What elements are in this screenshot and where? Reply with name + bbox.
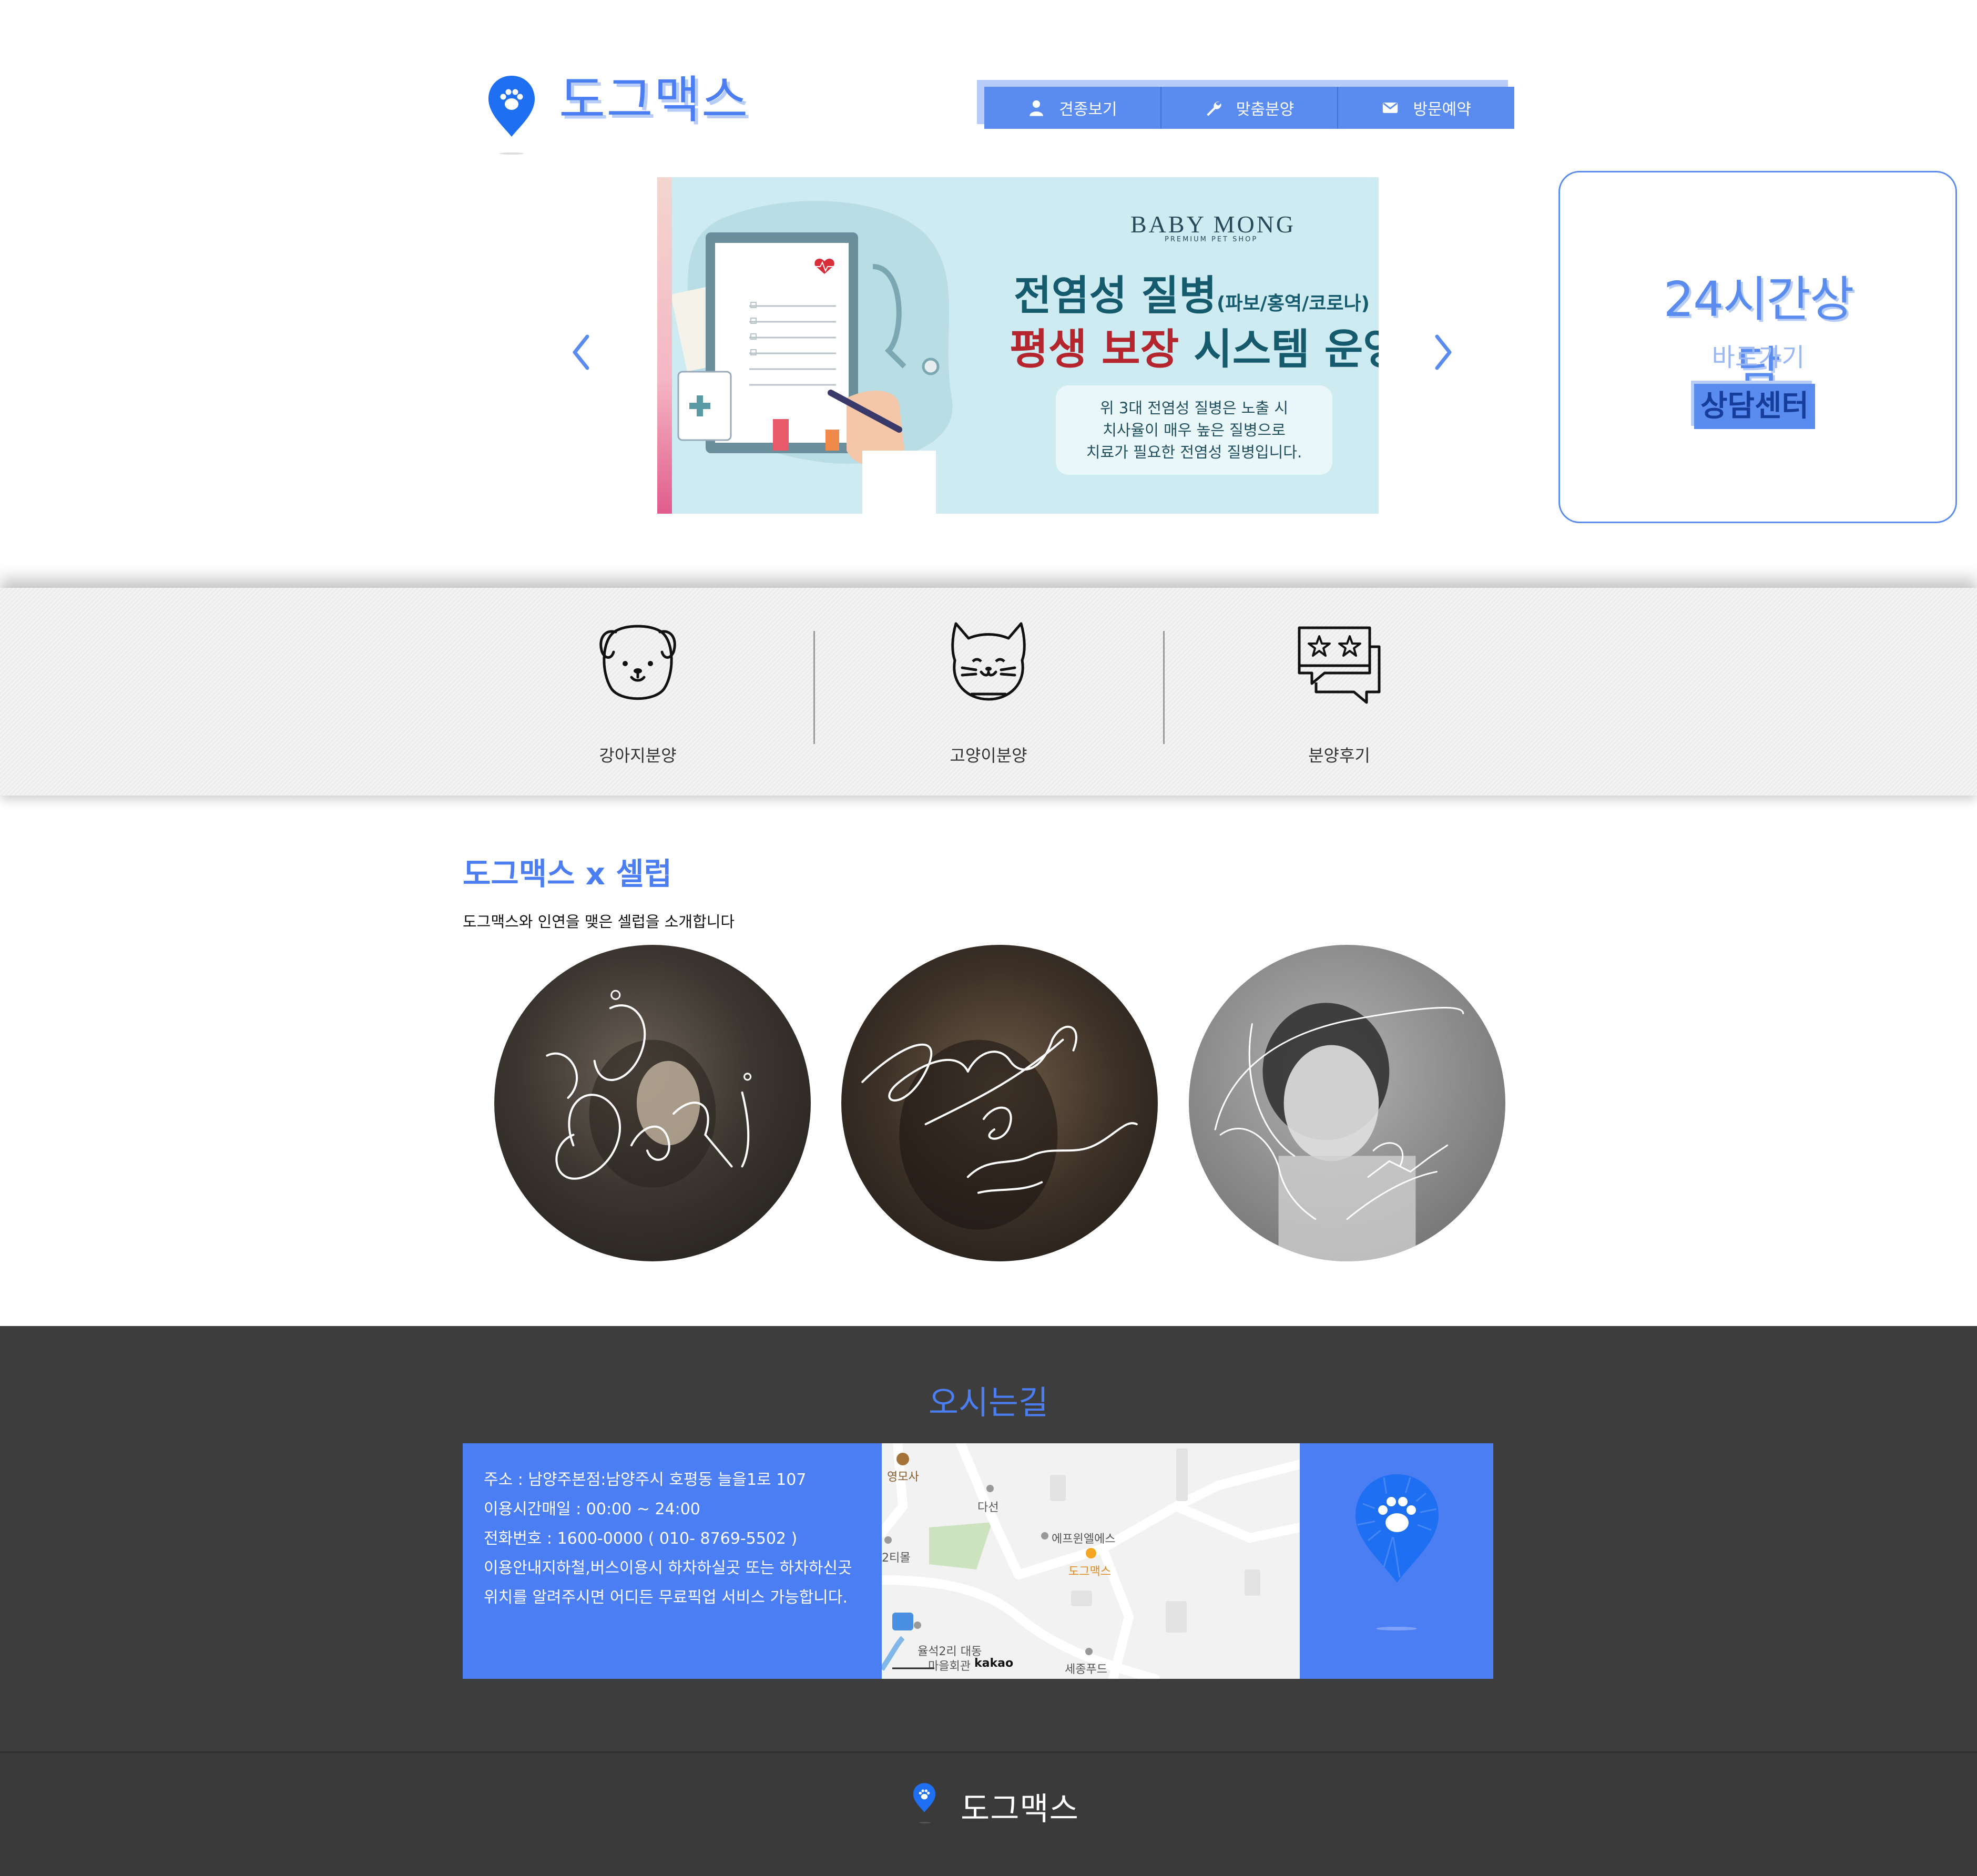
map-label-temple: 영모사	[887, 1471, 919, 1484]
main-nav: 견종보기 맞춤분양 방문예약	[984, 87, 1514, 129]
celeb-signature-1	[546, 990, 752, 1188]
banner-info-box: 위 3대 전염성 질병은 노출 시 치사율이 매우 높은 질병으로 치료가 필요…	[1056, 385, 1332, 475]
banner-info-line: 위 3대 전염성 질병은 노출 시	[1099, 399, 1289, 417]
store-address: 주소 : 남양주본점:남양주시 호평동 늘을1로 107	[484, 1471, 807, 1489]
banner-brand-sub: PREMIUM PET SHOP	[1165, 236, 1258, 243]
banner-headline-2-rest: 시스템 운영	[1194, 325, 1379, 374]
celeb-photo-3[interactable]	[1189, 945, 1505, 1261]
map-label-dason: 다선	[977, 1501, 999, 1514]
wrench-icon	[1207, 101, 1221, 116]
footer-logo-pin-icon[interactable]	[912, 1782, 936, 1813]
slider-banner[interactable]: BABY MONG PREMIUM PET SHOP 전염성 질병(파보/홍역/…	[657, 177, 1379, 514]
slider-prev-arrow-icon[interactable]	[570, 331, 592, 373]
store-guide-2: 위치를 알려주시면 어디든 무료픽업 서비스 가능합니다.	[484, 1588, 848, 1607]
consult-title: 24시간상담	[1663, 271, 1854, 397]
banner-headline-2: 평생 보장 시스템 운영	[1010, 315, 1379, 376]
logo-pin-icon[interactable]	[486, 75, 537, 138]
category-divider	[1163, 631, 1165, 744]
banner-prev-slide-edge	[657, 177, 672, 514]
category-label: 고양이분양	[950, 746, 1027, 766]
banner-info-line: 치료가 필요한 전염성 질병입니다.	[1086, 443, 1302, 461]
banner-headline-1-main: 전염성 질병	[1014, 272, 1217, 320]
map-pin-icon	[1356, 1474, 1439, 1583]
map-label-dogmax: 도그맥스	[1068, 1565, 1111, 1578]
logo-shadow	[500, 152, 524, 155]
map-label-eff: 에프윈엘에스	[1052, 1533, 1116, 1546]
category-label: 분양후기	[1308, 746, 1370, 766]
nav-item-breeds[interactable]: 견종보기	[984, 87, 1161, 129]
map-view[interactable]: 영모사 다선 에프윈엘에스 도그맥스 2티몰 율석2리 대동 마을회관 kaka…	[882, 1443, 1300, 1679]
category-label: 강아지분양	[599, 746, 677, 766]
banner-headline-1-small: (파보/홍역/코로나)	[1216, 293, 1370, 314]
banner-headline-1: 전염성 질병(파보/홍역/코로나)	[1014, 263, 1370, 322]
category-reviews[interactable]: 분양후기	[1166, 610, 1513, 778]
nav-label: 견종보기	[1059, 100, 1117, 119]
review-icon	[1298, 626, 1381, 704]
nav-label: 맞춤분양	[1236, 100, 1295, 119]
map-label-tee: 2티몰	[882, 1552, 911, 1565]
nav-item-custom-adoption[interactable]: 맞춤분양	[1161, 87, 1339, 129]
map-kakao-logo[interactable]: kakao	[974, 1657, 1013, 1670]
celeb-section-title: 도그맥스 x 셀럽	[463, 856, 672, 892]
map-label-hall: 마을회관	[928, 1660, 971, 1673]
category-cat[interactable]: 고양이분양	[815, 610, 1162, 778]
banner-headline-2-red: 평생 보장	[1010, 325, 1179, 374]
nav-label: 방문예약	[1413, 100, 1471, 119]
store-info-panel: 주소 : 남양주본점:남양주시 호평동 늘을1로 107 이용시간매일 : 00…	[463, 1443, 882, 1679]
consult-center-button[interactable]: 상담센터	[1694, 384, 1815, 429]
category-dog[interactable]: 강아지분양	[464, 610, 811, 778]
footer-logo-text[interactable]: 도그맥스	[961, 1783, 1079, 1829]
celeb-signature-2	[861, 1025, 1138, 1230]
map-pin-shadow	[1376, 1627, 1417, 1630]
store-hours: 이용시간매일 : 00:00 ~ 24:00	[484, 1500, 700, 1518]
footer-logo-shadow	[919, 1822, 931, 1823]
directions-title: 오시는길	[928, 1383, 1049, 1422]
map-label-sejong: 세종푸드	[1065, 1663, 1107, 1676]
slider-next-arrow-icon[interactable]	[1433, 331, 1454, 373]
banner-brand: BABY MONG	[1130, 211, 1296, 238]
logo-text[interactable]: 도그맥스	[559, 72, 749, 128]
celeb-photo-2[interactable]	[841, 945, 1158, 1261]
nav-item-visit-booking[interactable]: 방문예약	[1338, 87, 1514, 129]
envelope-icon	[1383, 103, 1398, 113]
consult-subtitle[interactable]: 바로가기	[1643, 337, 1874, 373]
user-icon	[1030, 100, 1043, 116]
medical-clipboard-illustration	[670, 201, 953, 514]
store-guide-1: 이용안내지하철,버스이용시 하차하실곳 또는 하차하신곳	[484, 1559, 852, 1577]
celeb-section-desc: 도그맥스와 인연을 맺은 셀럽을 소개합니다	[463, 913, 735, 931]
celeb-photo-1[interactable]	[494, 945, 811, 1261]
dog-icon	[599, 625, 676, 700]
celeb-signature-3	[1214, 1003, 1464, 1261]
banner-info-line: 치사율이 매우 높은 질병으로	[1103, 421, 1286, 439]
cat-icon	[951, 622, 1026, 701]
store-phone: 전화번호 : 1600-0000 ( 010- 8769-5502 )	[484, 1530, 798, 1548]
